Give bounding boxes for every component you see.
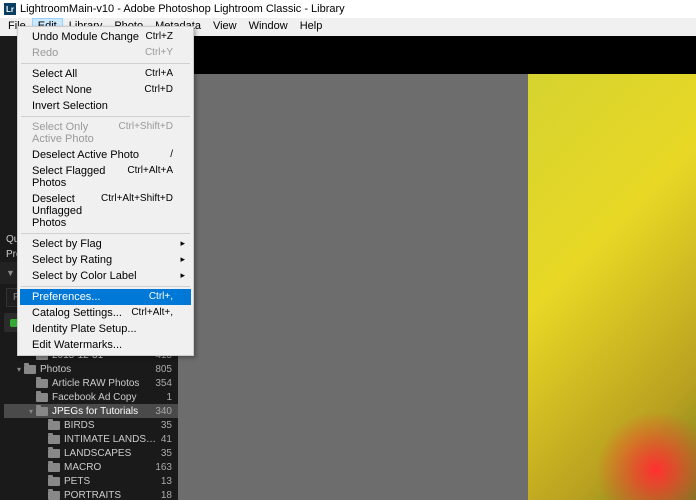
menu-view[interactable]: View bbox=[207, 18, 243, 36]
menu-item-select-by-flag[interactable]: Select by Flag▸ bbox=[20, 236, 191, 252]
folder-count: 340 bbox=[151, 406, 172, 417]
app-icon: Lr bbox=[4, 3, 16, 15]
menu-separator bbox=[21, 116, 190, 117]
folder-count: 35 bbox=[157, 448, 172, 459]
folder-tree: ▾20154152015-12-31415▾Photos805Article R… bbox=[0, 334, 178, 500]
folder-icon bbox=[48, 421, 60, 430]
folder-label: PORTRAITS bbox=[64, 490, 157, 500]
folder-count: 805 bbox=[151, 364, 172, 375]
folder-count: 13 bbox=[157, 476, 172, 487]
folder-icon bbox=[48, 491, 60, 500]
folder-label: INTIMATE LANDSCAPES bbox=[64, 434, 157, 445]
window-title: LightroomMain-v10 - Adobe Photoshop Ligh… bbox=[20, 3, 345, 15]
folder-icon bbox=[36, 407, 48, 416]
folder-icon bbox=[48, 435, 60, 444]
folder-icon bbox=[48, 463, 60, 472]
filmstrip-bar bbox=[178, 36, 696, 74]
disclosure-icon: ▾ bbox=[26, 407, 36, 416]
folder-count: 18 bbox=[157, 490, 172, 500]
center-area bbox=[178, 36, 696, 500]
folder-label: Article RAW Photos bbox=[52, 378, 151, 389]
image-preview[interactable] bbox=[528, 74, 696, 500]
folder-label: LANDSCAPES bbox=[64, 448, 157, 459]
folder-count: 354 bbox=[151, 378, 172, 389]
title-bar: Lr LightroomMain-v10 - Adobe Photoshop L… bbox=[0, 0, 696, 18]
folder-icon bbox=[36, 379, 48, 388]
folder-label: BIRDS bbox=[64, 420, 157, 431]
folder-row[interactable]: BIRDS35 bbox=[4, 418, 178, 432]
menu-item-edit-watermarks[interactable]: Edit Watermarks... bbox=[20, 337, 191, 353]
menu-item-invert-selection[interactable]: Invert Selection bbox=[20, 98, 191, 114]
folder-row[interactable]: LANDSCAPES35 bbox=[4, 446, 178, 460]
folder-count: 163 bbox=[151, 462, 172, 473]
menu-item-catalog-settings[interactable]: Catalog Settings...Ctrl+Alt+, bbox=[20, 305, 191, 321]
chevron-right-icon: ▸ bbox=[180, 238, 185, 249]
folder-row[interactable]: PORTRAITS18 bbox=[4, 488, 178, 500]
menu-item-select-only-active-photo: Select Only Active PhotoCtrl+Shift+D bbox=[20, 119, 191, 147]
folder-icon bbox=[48, 477, 60, 486]
menu-help[interactable]: Help bbox=[294, 18, 329, 36]
folder-row[interactable]: INTIMATE LANDSCAPES41 bbox=[4, 432, 178, 446]
menu-item-select-all[interactable]: Select AllCtrl+A bbox=[20, 66, 191, 82]
folder-row[interactable]: Facebook Ad Copy1 bbox=[4, 390, 178, 404]
folder-row[interactable]: MACRO163 bbox=[4, 460, 178, 474]
folder-row[interactable]: PETS13 bbox=[4, 474, 178, 488]
menu-item-identity-plate-setup[interactable]: Identity Plate Setup... bbox=[20, 321, 191, 337]
collapse-icon: ▼ bbox=[6, 268, 15, 278]
folder-count: 41 bbox=[157, 434, 172, 445]
folder-row[interactable]: ▾ Photos805 bbox=[4, 362, 178, 376]
folder-icon bbox=[36, 393, 48, 402]
folder-icon bbox=[48, 449, 60, 458]
folder-count: 35 bbox=[157, 420, 172, 431]
menu-item-redo: RedoCtrl+Y bbox=[20, 45, 191, 61]
folder-label: JPEGs for Tutorials bbox=[52, 406, 151, 417]
menu-item-select-none[interactable]: Select NoneCtrl+D bbox=[20, 82, 191, 98]
menu-item-undo-module-change[interactable]: Undo Module ChangeCtrl+Z bbox=[20, 29, 191, 45]
folder-icon bbox=[24, 365, 36, 374]
folder-row[interactable]: ▾ JPEGs for Tutorials340 bbox=[4, 404, 178, 418]
menu-item-preferences[interactable]: Preferences...Ctrl+, bbox=[20, 289, 191, 305]
menu-separator bbox=[21, 286, 190, 287]
menu-item-select-by-rating[interactable]: Select by Rating▸ bbox=[20, 252, 191, 268]
image-highlight bbox=[596, 410, 696, 500]
menu-separator bbox=[21, 63, 190, 64]
edit-menu-dropdown: Undo Module ChangeCtrl+ZRedoCtrl+Y Select… bbox=[17, 26, 194, 356]
folder-label: Photos bbox=[40, 364, 151, 375]
disclosure-icon: ▾ bbox=[14, 365, 24, 374]
folder-row[interactable]: Article RAW Photos354 bbox=[4, 376, 178, 390]
menu-item-deselect-active-photo[interactable]: Deselect Active Photo/ bbox=[20, 147, 191, 163]
menu-window[interactable]: Window bbox=[243, 18, 294, 36]
folder-label: Facebook Ad Copy bbox=[52, 392, 162, 403]
folder-label: MACRO bbox=[64, 462, 151, 473]
folder-label: PETS bbox=[64, 476, 157, 487]
menu-separator bbox=[21, 233, 190, 234]
chevron-right-icon: ▸ bbox=[180, 270, 185, 281]
folder-count: 1 bbox=[162, 392, 172, 403]
chevron-right-icon: ▸ bbox=[180, 254, 185, 265]
menu-item-select-by-color-label[interactable]: Select by Color Label▸ bbox=[20, 268, 191, 284]
menu-item-deselect-unflagged-photos[interactable]: Deselect Unflagged PhotosCtrl+Alt+Shift+… bbox=[20, 191, 191, 231]
menu-item-select-flagged-photos[interactable]: Select Flagged PhotosCtrl+Alt+A bbox=[20, 163, 191, 191]
